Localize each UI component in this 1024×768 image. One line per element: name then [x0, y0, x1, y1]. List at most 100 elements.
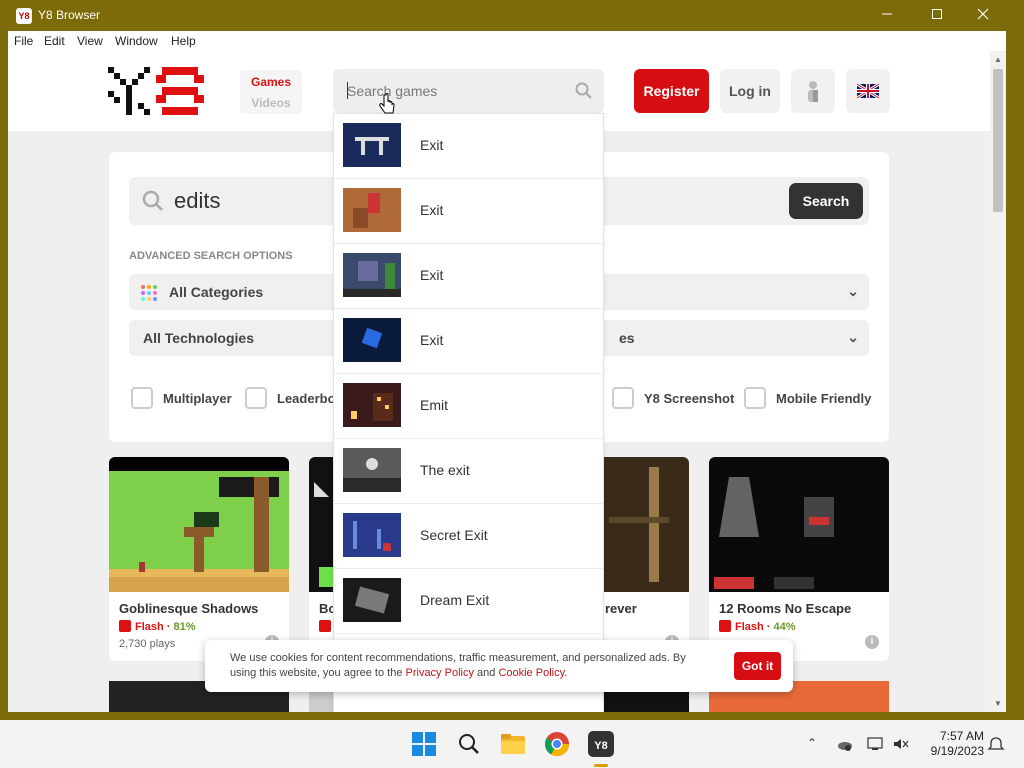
flash-icon: [119, 620, 131, 632]
game-tech: Flash: [135, 621, 164, 633]
checkbox-box[interactable]: [245, 387, 267, 409]
game-tech: Flash: [735, 621, 764, 633]
suggestion-thumbnail: [343, 318, 401, 362]
y8-logo[interactable]: [108, 67, 210, 115]
windows-start-icon[interactable]: [410, 730, 438, 758]
search-button[interactable]: Search: [789, 183, 863, 219]
svg-text:Y8: Y8: [594, 740, 607, 752]
register-button[interactable]: Register: [634, 69, 709, 113]
cookie-banner: We use cookies for content recommendatio…: [205, 640, 793, 692]
onedrive-icon[interactable]: [835, 736, 853, 752]
search-icon[interactable]: [574, 81, 594, 101]
game-rating: 44%: [773, 621, 796, 633]
cookie-policy-link[interactable]: Cookie Policy: [498, 667, 564, 679]
user-icon: [808, 81, 818, 102]
checkbox-box[interactable]: [131, 387, 153, 409]
game-title[interactable]: 12 Rooms No Escape: [719, 601, 851, 616]
privacy-policy-link[interactable]: Privacy Policy: [406, 667, 474, 679]
menu-bar: File Edit View Window Help: [8, 31, 1006, 51]
notification-bell-icon[interactable]: [987, 736, 1005, 752]
suggestion-label: Exit: [420, 332, 444, 348]
suggestion-item[interactable]: Secret Exit: [334, 504, 603, 569]
cookie-and: and: [473, 667, 499, 679]
checkbox-box[interactable]: [612, 387, 634, 409]
checkbox-label: Multiplayer: [163, 391, 232, 406]
system-clock[interactable]: 7:57 AM 9/19/2023: [918, 729, 984, 759]
suggestion-label: Secret Exit: [420, 527, 488, 543]
minimize-icon: [882, 13, 892, 15]
technologies-value: All Technologies: [143, 330, 254, 346]
game-title[interactable]: Goblinesque Shadows: [119, 601, 258, 616]
game-thumbnail[interactable]: [709, 457, 889, 592]
file-explorer-icon[interactable]: [499, 730, 527, 758]
suggestion-thumbnail: [343, 578, 401, 622]
suggestion-label: Exit: [420, 202, 444, 218]
volume-muted-icon[interactable]: [892, 736, 910, 752]
login-button[interactable]: Log in: [720, 69, 780, 113]
chevron-up-icon[interactable]: ⌃: [803, 736, 821, 752]
suggestion-item[interactable]: The exit: [334, 439, 603, 504]
suggestion-thumbnail: [343, 383, 401, 427]
suggestion-item[interactable]: Exit: [334, 114, 603, 179]
text-caret: [347, 82, 348, 99]
search-icon: [142, 190, 163, 211]
tab-games[interactable]: Games: [240, 75, 302, 89]
info-icon[interactable]: i: [865, 635, 879, 649]
suggestion-thumbnail: [343, 448, 401, 492]
clock-time: 7:57 AM: [939, 729, 984, 743]
flash-icon: [719, 620, 731, 632]
suggestion-item[interactable]: Exit: [334, 244, 603, 309]
suggestion-label: Exit: [420, 267, 444, 283]
menu-help[interactable]: Help: [171, 34, 196, 48]
suggestion-item[interactable]: Emit: [334, 374, 603, 439]
user-button[interactable]: [791, 69, 835, 113]
suggestion-thumbnail: [343, 188, 401, 232]
game-thumbnail[interactable]: [109, 457, 289, 592]
media-tabs: Games Videos: [240, 70, 302, 114]
suggestion-item[interactable]: Dream Exit: [334, 569, 603, 634]
menu-file[interactable]: File: [14, 34, 33, 48]
game-card[interactable]: Goblinesque Shadows Flash · 81% 2,730 pl…: [109, 457, 289, 661]
language-button[interactable]: [846, 69, 890, 113]
scroll-up-icon[interactable]: ▲: [994, 55, 1002, 64]
uk-flag-icon: [856, 82, 880, 100]
hand-cursor-icon: [379, 93, 395, 114]
checkbox-box[interactable]: [744, 387, 766, 409]
scrollbar-thumb[interactable]: [993, 69, 1003, 212]
taskbar: Y8 ⌃ 7:57 AM 9/19/2023: [0, 720, 1024, 768]
chevron-down-icon: ⌄: [847, 329, 859, 345]
suggestion-label: Dream Exit: [420, 592, 490, 608]
window-title: Y8 Browser: [38, 8, 101, 22]
menu-view[interactable]: View: [77, 34, 103, 48]
cookie-text: We use cookies for content recommendatio…: [230, 651, 705, 681]
y8-browser-icon[interactable]: Y8: [587, 730, 615, 758]
search-icon[interactable]: [455, 730, 483, 758]
suggestion-label: Exit: [420, 137, 444, 153]
search-suggestions: Exit Exit Exit Exit Emit The exit Secret…: [333, 113, 604, 712]
menu-edit[interactable]: Edit: [44, 34, 65, 48]
flash-icon: [319, 620, 331, 632]
game-rating: 81%: [173, 621, 196, 633]
vertical-scrollbar[interactable]: ▲ ▼: [990, 51, 1006, 712]
game-title[interactable]: rever: [605, 601, 637, 616]
game-card[interactable]: 12 Rooms No Escape Flash · 44% i: [709, 457, 889, 661]
suggestion-label: Emit: [420, 397, 448, 413]
close-button[interactable]: [960, 0, 1006, 31]
chrome-icon[interactable]: [543, 730, 571, 758]
menu-window[interactable]: Window: [115, 34, 158, 48]
suggestion-item[interactable]: Exit: [334, 309, 603, 374]
minimize-button[interactable]: [864, 0, 910, 31]
game-meta: Flash · 44%: [719, 620, 796, 633]
checkbox-label: Mobile Friendly: [776, 391, 872, 406]
search-input[interactable]: Search games: [333, 69, 604, 113]
suggestion-item[interactable]: Exit: [334, 179, 603, 244]
got-it-button[interactable]: Got it: [734, 652, 781, 680]
suggestion-thumbnail: [343, 513, 401, 557]
suggestion-thumbnail: [343, 123, 401, 167]
scroll-down-icon[interactable]: ▼: [994, 699, 1002, 708]
y8-app-icon: Y8: [16, 8, 32, 24]
maximize-button[interactable]: [914, 0, 960, 31]
network-icon[interactable]: [866, 736, 884, 752]
tab-videos[interactable]: Videos: [240, 96, 302, 110]
advanced-search-label: ADVANCED SEARCH OPTIONS: [129, 250, 293, 262]
